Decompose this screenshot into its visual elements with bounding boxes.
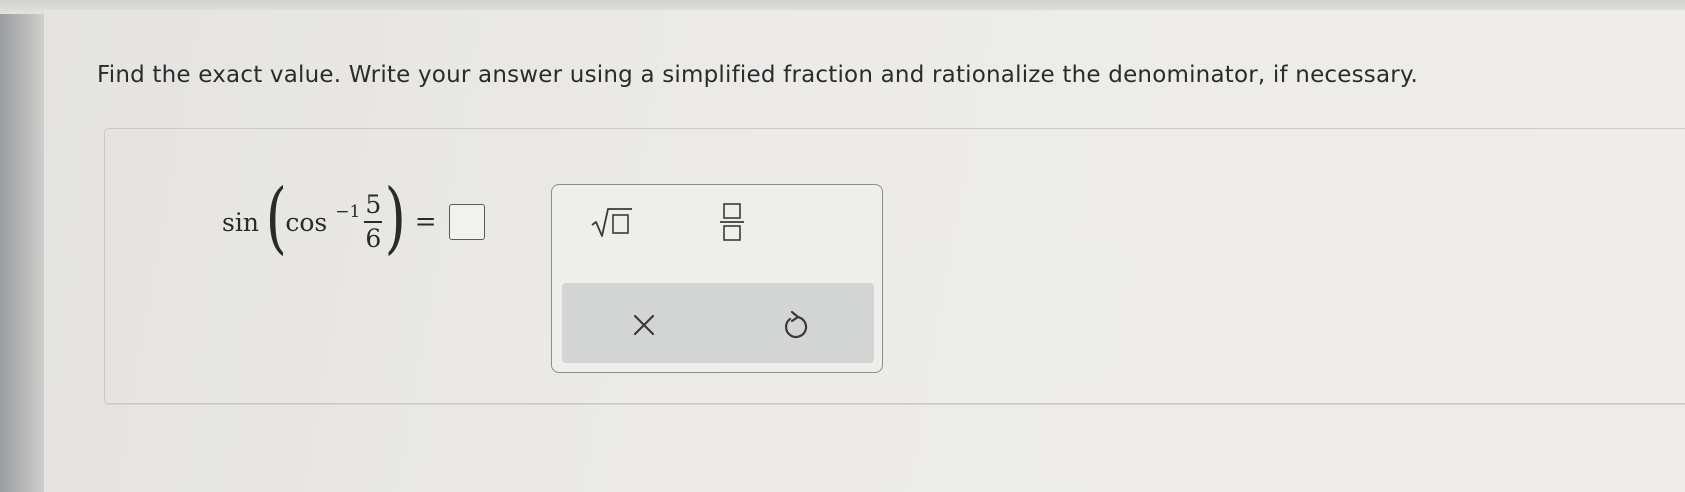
undo-icon: [784, 311, 808, 339]
sqrt-template-icon: [591, 208, 632, 237]
math-keypad: [551, 184, 883, 373]
question-instructions: Find the exact value. Write your answer …: [97, 62, 1418, 88]
clear-button[interactable]: [620, 301, 668, 349]
sin-function: sin: [222, 207, 259, 237]
equals-sign: =: [414, 207, 437, 237]
square-root-button[interactable]: [582, 199, 642, 245]
fraction-bar: [364, 221, 383, 223]
cos-function: cos: [285, 207, 328, 237]
fraction-numerator: 5: [365, 190, 382, 220]
fraction: 5 6: [364, 190, 383, 253]
screen-left-edge: [0, 0, 44, 492]
keypad-action-bar: [562, 283, 874, 363]
fraction-button[interactable]: [702, 199, 762, 245]
x-icon: [633, 314, 655, 336]
open-paren: (: [265, 173, 287, 263]
inverse-exponent: −1: [335, 202, 361, 222]
close-paren: ): [384, 173, 407, 263]
undo-button[interactable]: [772, 301, 820, 349]
panel-divider: [104, 404, 1685, 405]
fraction-denominator: 6: [365, 223, 382, 253]
answer-input[interactable]: [448, 204, 485, 240]
fraction-template-icon: [720, 203, 744, 241]
equation: sin ( cos −1 5 6 ) =: [222, 172, 485, 272]
